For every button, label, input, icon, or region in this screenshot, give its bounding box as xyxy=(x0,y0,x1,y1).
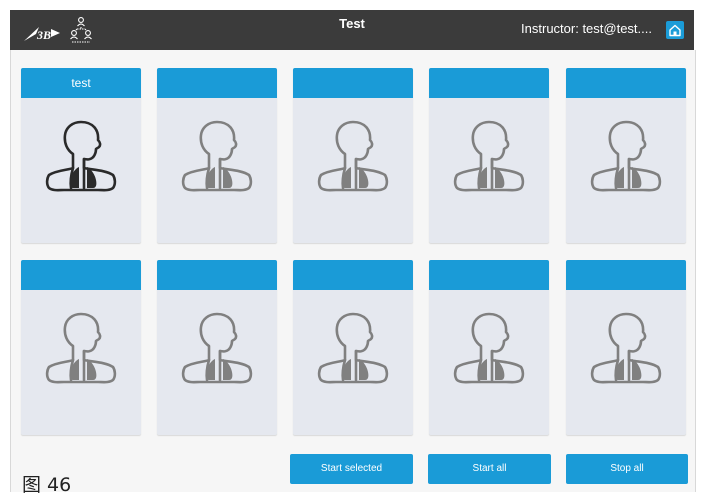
stop-all-button[interactable]: Stop all xyxy=(566,454,688,484)
lung-patient-icon xyxy=(45,120,117,192)
device-card[interactable] xyxy=(429,68,549,243)
lung-patient-icon xyxy=(181,120,253,192)
instructor-label[interactable]: Instructor: test@test.... xyxy=(521,21,652,36)
device-card[interactable] xyxy=(157,68,277,243)
device-card-header: test xyxy=(21,68,141,98)
top-bar: 3B Test Instructor: test@test.... xyxy=(10,10,694,50)
start-selected-button[interactable]: Start selected xyxy=(290,454,413,484)
device-card-header xyxy=(429,260,549,290)
device-card[interactable] xyxy=(157,260,277,435)
lung-patient-icon xyxy=(181,312,253,384)
device-card[interactable] xyxy=(566,68,686,243)
device-card[interactable] xyxy=(293,68,413,243)
device-card-header xyxy=(157,260,277,290)
device-card-header xyxy=(566,260,686,290)
device-card-header xyxy=(293,68,413,98)
network-users-icon[interactable] xyxy=(68,15,94,45)
device-card-header xyxy=(566,68,686,98)
lung-patient-icon xyxy=(317,120,389,192)
lung-patient-icon xyxy=(590,312,662,384)
3b-logo-icon: 3B xyxy=(24,27,60,42)
device-card-label: test xyxy=(71,76,91,90)
lung-patient-icon xyxy=(317,312,389,384)
start-all-button[interactable]: Start all xyxy=(428,454,551,484)
lung-patient-icon xyxy=(45,312,117,384)
home-button[interactable] xyxy=(666,21,684,39)
device-card-header xyxy=(21,260,141,290)
device-card[interactable] xyxy=(566,260,686,435)
device-card[interactable] xyxy=(429,260,549,435)
device-card-header xyxy=(157,68,277,98)
figure-caption: 图 46 xyxy=(22,474,72,496)
svg-text:3B: 3B xyxy=(36,28,51,42)
device-card-header xyxy=(293,260,413,290)
device-card[interactable]: test xyxy=(21,68,141,243)
device-card-header xyxy=(429,68,549,98)
lung-patient-icon xyxy=(590,120,662,192)
device-card[interactable] xyxy=(21,260,141,435)
lung-patient-icon xyxy=(453,120,525,192)
device-card[interactable] xyxy=(293,260,413,435)
home-icon xyxy=(669,24,681,37)
lung-patient-icon xyxy=(453,312,525,384)
